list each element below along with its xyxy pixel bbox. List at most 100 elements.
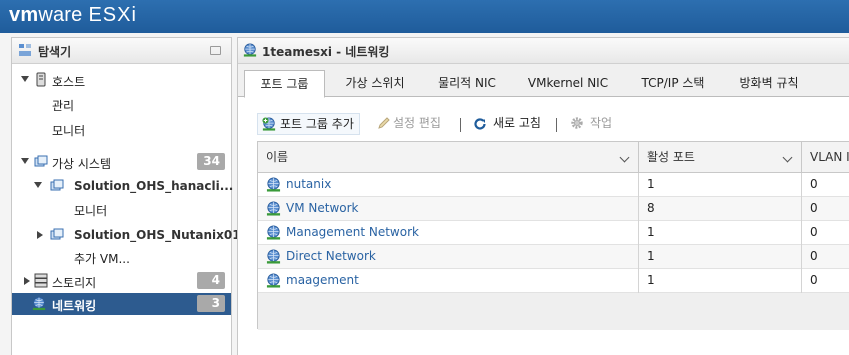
chevron-right-icon[interactable] <box>37 231 43 239</box>
tab-tcpip-stacks[interactable]: TCP/IP 스택 <box>628 70 718 97</box>
actions-button[interactable]: 작업 <box>568 113 612 135</box>
tab-physical-nics[interactable]: 물리적 NIC <box>424 70 510 97</box>
chevron-down-icon[interactable] <box>21 76 29 82</box>
tab-vmkernel-nics[interactable]: VMkernel NIC <box>518 70 618 97</box>
nav-vm-hanacli[interactable]: Solution_OHS_hanacli... <box>12 175 234 197</box>
nav-storage-label: 스토리지 <box>52 276 97 290</box>
cell-name: maagement <box>258 269 639 293</box>
port-group-link[interactable]: maagement <box>286 273 359 287</box>
port-group-icon <box>266 177 281 192</box>
gear-icon <box>571 117 583 129</box>
vm-icon <box>50 179 64 191</box>
cell-vlan-id: 0 <box>810 249 818 263</box>
collapse-icon[interactable] <box>210 46 221 55</box>
nav-vm1-monitor-label: 모니터 <box>74 204 108 218</box>
add-port-group-button[interactable]: 포트 그룹 추가 <box>257 113 360 135</box>
chevron-down-icon[interactable] <box>34 182 42 188</box>
chevron-down-icon[interactable] <box>782 152 793 163</box>
cell-active-ports: 1 <box>639 221 802 245</box>
cell-active-ports: 1 <box>639 173 802 197</box>
actions-label: 작업 <box>590 116 613 130</box>
cell-vlan-id: 0 <box>810 201 818 215</box>
page-title: 1teamesxi - 네트워킹 <box>262 45 390 59</box>
top-header: vmware ESXi <box>0 0 849 33</box>
column-header-active-ports[interactable]: 활성 포트 <box>639 142 802 173</box>
cell-name: Direct Network <box>258 245 639 269</box>
chevron-right-icon[interactable] <box>24 277 30 285</box>
cell-name: nutanix <box>258 173 639 197</box>
network-icon <box>243 43 257 57</box>
storage-count-badge: 4 <box>197 272 225 289</box>
chevron-down-icon[interactable] <box>619 152 630 163</box>
table-row[interactable]: VM Network 8 0 <box>258 197 849 221</box>
host-icon <box>36 72 46 87</box>
cell-vlan-id: 0 <box>810 225 818 239</box>
vm-count-badge: 34 <box>197 153 225 170</box>
vm-icon <box>34 155 48 167</box>
nav-vm2-label: Solution_OHS_Nutanix01 <box>74 228 241 242</box>
port-group-icon <box>266 225 281 240</box>
edit-settings-button[interactable]: 설정 편집 <box>375 113 441 135</box>
tab-firewall-rules[interactable]: 방화벽 규칙 <box>726 70 812 97</box>
nav-host-monitor[interactable]: 모니터 <box>12 118 231 140</box>
port-group-link[interactable]: VM Network <box>286 201 358 215</box>
column-header-name[interactable]: 이름 <box>258 142 639 173</box>
nav-networking-label: 네트워킹 <box>52 299 97 313</box>
port-group-icon <box>266 273 281 288</box>
table-row[interactable]: Management Network 1 0 <box>258 221 849 245</box>
cell-vlan-id: 0 <box>810 177 818 191</box>
nav-vm1-label: Solution_OHS_hanacli... <box>74 179 234 193</box>
vm-icon <box>50 228 64 240</box>
add-port-group-label: 포트 그룹 추가 <box>280 117 354 131</box>
nav-host-label: 호스트 <box>52 75 86 89</box>
pencil-icon <box>378 117 390 129</box>
tab-bar: 포트 그룹 가상 스위치 물리적 NIC VMkernel NIC TCP/IP… <box>238 64 849 98</box>
toolbar: 포트 그룹 추가 설정 편집 새로 고침 작업 <box>238 110 849 136</box>
column-header-vlan-id[interactable]: VLAN ID <box>802 142 849 173</box>
port-group-link[interactable]: Management Network <box>286 225 419 239</box>
nav-manage-label: 관리 <box>52 99 75 113</box>
navigator-title: 탐색기 <box>38 45 72 59</box>
nav-monitor-label: 모니터 <box>52 124 86 138</box>
nav-vm1-monitor[interactable]: 모니터 <box>12 198 231 220</box>
nav-networking[interactable]: 네트워킹 3 <box>12 293 231 315</box>
table-row[interactable]: Direct Network 1 0 <box>258 245 849 269</box>
table-row[interactable]: maagement 1 0 <box>258 269 849 293</box>
cell-active-ports: 1 <box>639 245 802 269</box>
nav-host-manage[interactable]: 관리 <box>12 93 231 115</box>
nav-host[interactable]: 호스트 <box>12 69 231 91</box>
port-group-table: 이름 활성 포트 VLAN ID nutanix 1 0 VM Network <box>257 141 849 330</box>
networking-panel: 1teamesxi - 네트워킹 포트 그룹 가상 스위치 물리적 NIC VM… <box>237 37 849 355</box>
toolbar-divider <box>460 118 461 132</box>
nav-storage[interactable]: 스토리지 4 <box>12 270 231 292</box>
nav-vm-nutanix01[interactable]: Solution_OHS_Nutanix01 <box>12 224 241 246</box>
column-name-label: 이름 <box>266 150 289 164</box>
vmware-esxi-logo: vmware ESXi <box>9 4 137 26</box>
port-group-icon <box>266 249 281 264</box>
column-vlan-label: VLAN ID <box>810 150 849 164</box>
edit-settings-label: 설정 편집 <box>393 116 441 130</box>
networking-count-badge: 3 <box>197 295 225 312</box>
table-empty-area <box>258 293 849 330</box>
network-icon <box>32 296 46 311</box>
nav-virtual-machines[interactable]: 가상 시스템 34 <box>12 151 231 173</box>
add-port-group-icon <box>262 117 276 131</box>
storage-icon <box>34 273 48 288</box>
navigator-icon <box>19 44 31 56</box>
cell-vlan-id: 0 <box>810 273 818 287</box>
port-group-link[interactable]: nutanix <box>286 177 331 191</box>
port-group-link[interactable]: Direct Network <box>286 249 376 263</box>
cell-active-ports: 1 <box>639 269 802 293</box>
refresh-button[interactable]: 새로 고침 <box>473 113 541 135</box>
chevron-down-icon[interactable] <box>21 158 29 164</box>
tab-port-groups[interactable]: 포트 그룹 <box>244 70 325 98</box>
nav-vms-label: 가상 시스템 <box>52 157 112 171</box>
nav-more-vms-label: 추가 VM... <box>74 252 130 266</box>
cell-name: VM Network <box>258 197 639 221</box>
nav-more-vms[interactable]: 추가 VM... <box>12 246 231 268</box>
port-group-icon <box>266 201 281 216</box>
table-row[interactable]: nutanix 1 0 <box>258 173 849 197</box>
cell-name: Management Network <box>258 221 639 245</box>
tab-virtual-switches[interactable]: 가상 스위치 <box>332 70 418 97</box>
navigator-header: 탐색기 <box>12 38 231 64</box>
